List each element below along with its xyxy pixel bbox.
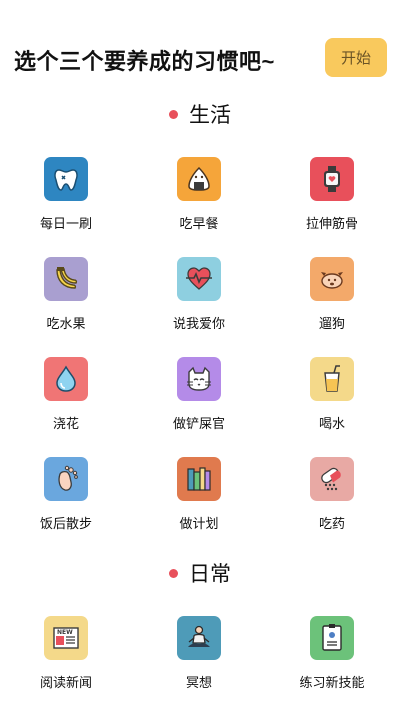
heartbeat-icon [186, 267, 212, 290]
habit-icon-box [310, 157, 354, 201]
habit-label: 说我爱你 [172, 316, 225, 331]
habit-label: 每日一刷 [39, 216, 92, 231]
habit-item[interactable]: 说我爱你 [144, 257, 254, 337]
habit-label: 浇花 [52, 416, 79, 431]
newspaper-icon-text: NEW [57, 629, 73, 636]
section-title-text: 生活 [189, 104, 231, 127]
meditation-icon [188, 625, 210, 647]
habit-item[interactable]: 做铲屎官 [144, 357, 254, 437]
section-dot [169, 568, 178, 578]
habit-icon-box [177, 616, 221, 660]
onigiri-icon [188, 166, 210, 191]
habit-item[interactable]: 遛狗 [277, 257, 387, 337]
habit-icon-box [44, 157, 88, 201]
skill-card-icon [322, 624, 342, 651]
habit-label: 冥想 [185, 675, 212, 690]
smartwatch-icon [324, 166, 340, 192]
banana-icon [56, 267, 78, 289]
section-title-life: 生活 [0, 100, 400, 128]
habit-item[interactable]: 做计划 [144, 457, 254, 537]
section-dot [169, 109, 178, 119]
start-button[interactable]: 开始 [325, 38, 387, 77]
habit-label: 阅读新闻 [39, 675, 92, 690]
habit-item[interactable]: 拉伸筋骨 [277, 157, 387, 237]
habit-icon-box [177, 457, 221, 501]
tooth-icon [54, 169, 78, 191]
cat-icon [187, 366, 211, 391]
newspaper-icon: NEW [53, 627, 79, 649]
habit-icon-box [310, 257, 354, 301]
habit-item[interactable]: NEW 阅读新闻 [11, 616, 121, 696]
habit-label: 饭后散步 [39, 516, 92, 531]
section-title-text: 日常 [189, 563, 231, 586]
page-title: 选个三个要养成的习惯吧~ [14, 49, 275, 74]
habit-item[interactable]: 吃水果 [11, 257, 121, 337]
habit-icon-box [177, 157, 221, 201]
water-drop-icon [56, 365, 76, 392]
habit-label: 喝水 [318, 416, 345, 431]
habit-label: 吃水果 [46, 316, 86, 331]
habit-label: 做计划 [179, 516, 219, 531]
habit-label: 练习新技能 [299, 675, 365, 690]
habit-item[interactable]: 每日一刷 [11, 157, 121, 237]
habit-label: 做铲屎官 [172, 416, 225, 431]
habit-icon-box: NEW [44, 616, 88, 660]
header: 选个三个要养成的习惯吧~ 开始 [0, 0, 400, 110]
habit-item[interactable]: 饭后散步 [11, 457, 121, 537]
footprint-icon [58, 465, 78, 491]
drink-cup-icon [324, 365, 340, 392]
habit-label: 吃早餐 [179, 216, 219, 231]
habit-icon-box [44, 257, 88, 301]
habit-icon-box [44, 457, 88, 501]
habit-icon-box [310, 457, 354, 501]
habit-label: 拉伸筋骨 [305, 216, 358, 231]
habit-item[interactable]: 浇花 [11, 357, 121, 437]
habit-icon-box [310, 616, 354, 660]
section-title-daily: 日常 [0, 559, 400, 587]
habit-item[interactable]: 练习新技能 [277, 616, 387, 696]
habit-item[interactable]: 喝水 [277, 357, 387, 437]
dog-icon [321, 272, 343, 289]
pills-icon [321, 467, 341, 491]
habit-icon-box [177, 257, 221, 301]
habit-item[interactable]: 冥想 [144, 616, 254, 696]
habit-item[interactable]: 吃早餐 [144, 157, 254, 237]
habit-icon-box [310, 357, 354, 401]
habit-icon-box [177, 357, 221, 401]
habit-label: 遛狗 [318, 316, 345, 331]
habit-label: 吃药 [318, 516, 345, 531]
habit-item[interactable]: 吃药 [277, 457, 387, 537]
books-icon [187, 467, 211, 491]
habit-icon-box [44, 357, 88, 401]
